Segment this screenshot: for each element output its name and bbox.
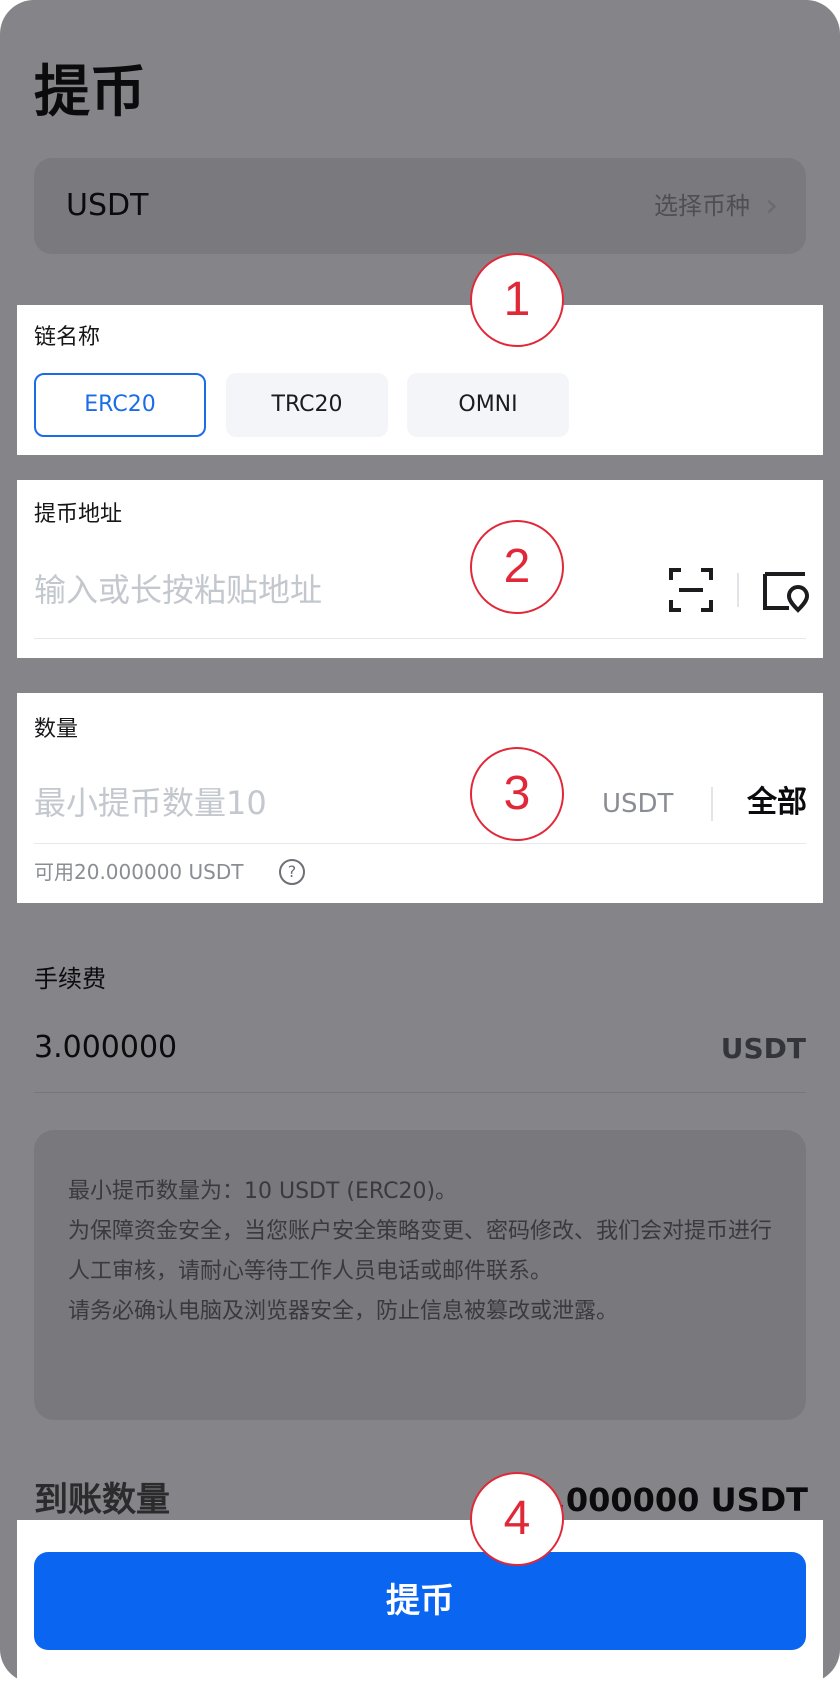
receive-label: 到账数量 — [34, 1480, 170, 1520]
select-coin-label[interactable]: 选择币种 — [654, 190, 750, 222]
notice-line: 最小提币数量为：10 USDT (ERC20)。 — [68, 1179, 458, 1204]
chain-label: 链名称 — [34, 325, 101, 350]
divider — [34, 1092, 806, 1093]
available-balance: 可用20.000000 USDT — [34, 860, 244, 884]
receive-value: 0.000000 USDT — [531, 1481, 808, 1519]
page-title: 提币 — [34, 60, 146, 125]
annotation-badge-2: 2 — [470, 520, 564, 614]
chain-panel: 链名称 ERC20 TRC20 OMNI — [17, 305, 823, 455]
divider — [34, 638, 806, 639]
help-icon[interactable]: ? — [279, 859, 305, 885]
fee-value: 3.000000 — [34, 1030, 178, 1065]
amount-unit: USDT — [602, 789, 674, 819]
address-book-icon[interactable] — [761, 566, 810, 618]
fee-unit: USDT — [720, 1032, 806, 1065]
amount-panel: 数量 最小提币数量10 USDT 全部 可用20.000000 USDT ? — [17, 693, 823, 903]
chain-option-trc20[interactable]: TRC20 — [226, 373, 388, 437]
amount-label: 数量 — [34, 717, 79, 742]
chevron-right-icon: › — [765, 186, 778, 224]
divider — [711, 787, 713, 821]
chain-option-omni[interactable]: OMNI — [407, 373, 569, 437]
address-label: 提币地址 — [34, 502, 123, 527]
scan-icon[interactable] — [667, 566, 715, 618]
amount-input[interactable]: 最小提币数量10 — [34, 783, 267, 823]
divider — [737, 573, 739, 607]
notice-line: 请务必确认电脑及浏览器安全，防止信息被篡改或泄露。 — [68, 1299, 619, 1324]
coin-name: USDT — [66, 188, 149, 223]
all-button[interactable]: 全部 — [747, 783, 807, 823]
fee-label: 手续费 — [34, 965, 106, 993]
notice-line: 为保障资金安全，当您账户安全策略变更、密码修改、我们会对提币进行人工审核，请耐心… — [68, 1219, 773, 1284]
chain-option-erc20[interactable]: ERC20 — [34, 373, 206, 437]
annotation-badge-3: 3 — [470, 747, 564, 841]
address-input[interactable]: 输入或长按粘贴地址 — [34, 570, 322, 610]
annotation-badge-1: 1 — [470, 253, 564, 347]
divider — [34, 843, 806, 844]
coin-selector[interactable]: USDT 选择币种 › — [34, 158, 806, 254]
annotation-badge-4: 4 — [470, 1472, 564, 1566]
address-panel: 提币地址 输入或长按粘贴地址 — [17, 480, 823, 658]
withdraw-button[interactable]: 提币 — [34, 1552, 806, 1650]
withdraw-notice: 最小提币数量为：10 USDT (ERC20)。 为保障资金安全，当您账户安全策… — [34, 1130, 806, 1420]
